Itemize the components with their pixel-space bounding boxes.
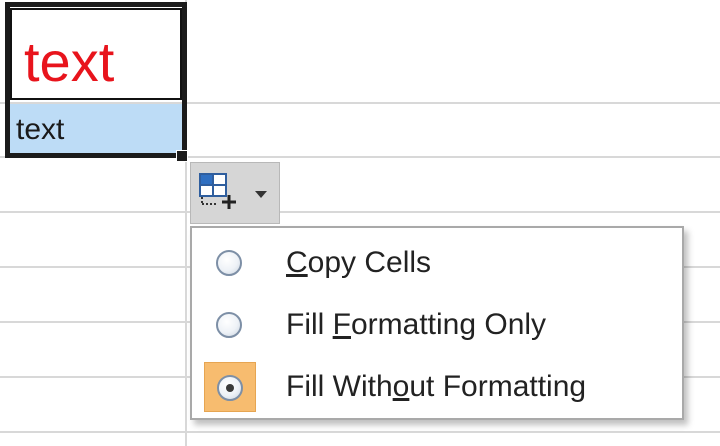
menu-item-label: Copy Cells [286, 246, 432, 279]
menu-item-fill-formatting-only[interactable]: Fill Formatting Only [192, 294, 682, 356]
radio-container-selected [204, 362, 256, 412]
menu-item-fill-without-formatting[interactable]: Fill Without Formatting [192, 356, 682, 418]
fill-handle[interactable] [176, 150, 188, 162]
dropdown-arrow-icon [255, 191, 267, 198]
radio-selected-dot [226, 384, 234, 392]
selection-border [5, 2, 187, 158]
radio-container [204, 238, 256, 288]
autofill-options-icon [199, 173, 236, 209]
radio-button-copy-cells[interactable] [216, 250, 242, 276]
autofill-options-button[interactable] [190, 162, 280, 224]
menu-item-copy-cells[interactable]: Copy Cells [192, 232, 682, 294]
autofill-options-menu: Copy Cells Fill Formatting Only Fill Wit… [190, 226, 684, 420]
grid-row-line [0, 431, 720, 433]
menu-item-label: Fill Without Formatting [286, 370, 587, 403]
menu-item-label: Fill Formatting Only [286, 308, 547, 341]
radio-button-fill-without-formatting[interactable] [217, 375, 243, 401]
radio-container [204, 300, 256, 350]
radio-button-fill-formatting-only[interactable] [216, 312, 242, 338]
grid-row-line [0, 211, 720, 213]
